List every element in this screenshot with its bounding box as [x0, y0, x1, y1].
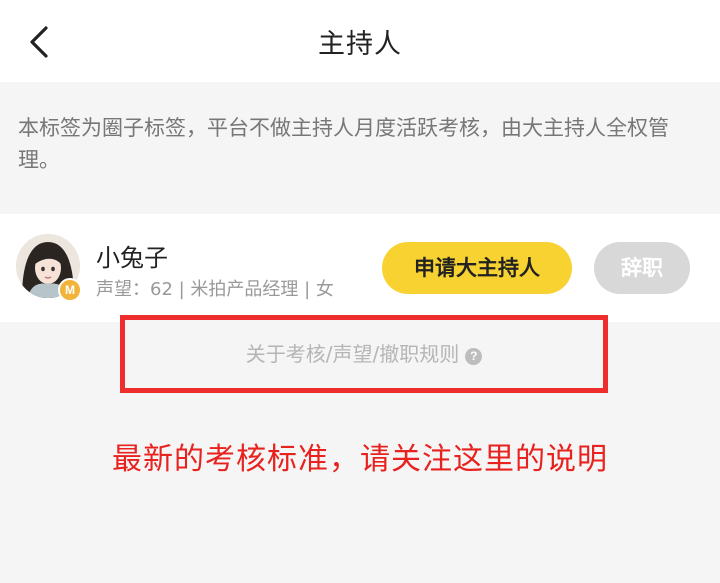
host-meta: 声望：62 | 米拍产品经理 | 女	[96, 279, 334, 300]
rules-link-label: 关于考核/声望/撤职规则	[245, 342, 460, 366]
apply-chief-host-button[interactable]: 申请大主持人	[382, 242, 572, 294]
rules-highlight-box: 关于考核/声望/撤职规则?	[120, 315, 608, 393]
member-badge-icon: M	[58, 278, 82, 302]
rules-link[interactable]: 关于考核/声望/撤职规则?	[125, 338, 603, 367]
annotation-text: 最新的考核标准，请关注这里的说明	[112, 442, 608, 477]
host-card: M 小兔子 声望：62 | 米拍产品经理 | 女 申请大主持人 辞职	[0, 214, 720, 322]
navigation-bar: 主持人	[0, 0, 720, 82]
notice-banner: 本标签为圈子标签，平台不做主持人月度活跃考核，由大主持人全权管理。	[0, 98, 720, 194]
host-name: 小兔子	[96, 244, 168, 272]
help-icon: ?	[465, 348, 483, 365]
notice-text: 本标签为圈子标签，平台不做主持人月度活跃考核，由大主持人全权管理。	[18, 116, 669, 172]
page-title: 主持人	[318, 29, 402, 60]
resign-button[interactable]: 辞职	[594, 242, 690, 294]
